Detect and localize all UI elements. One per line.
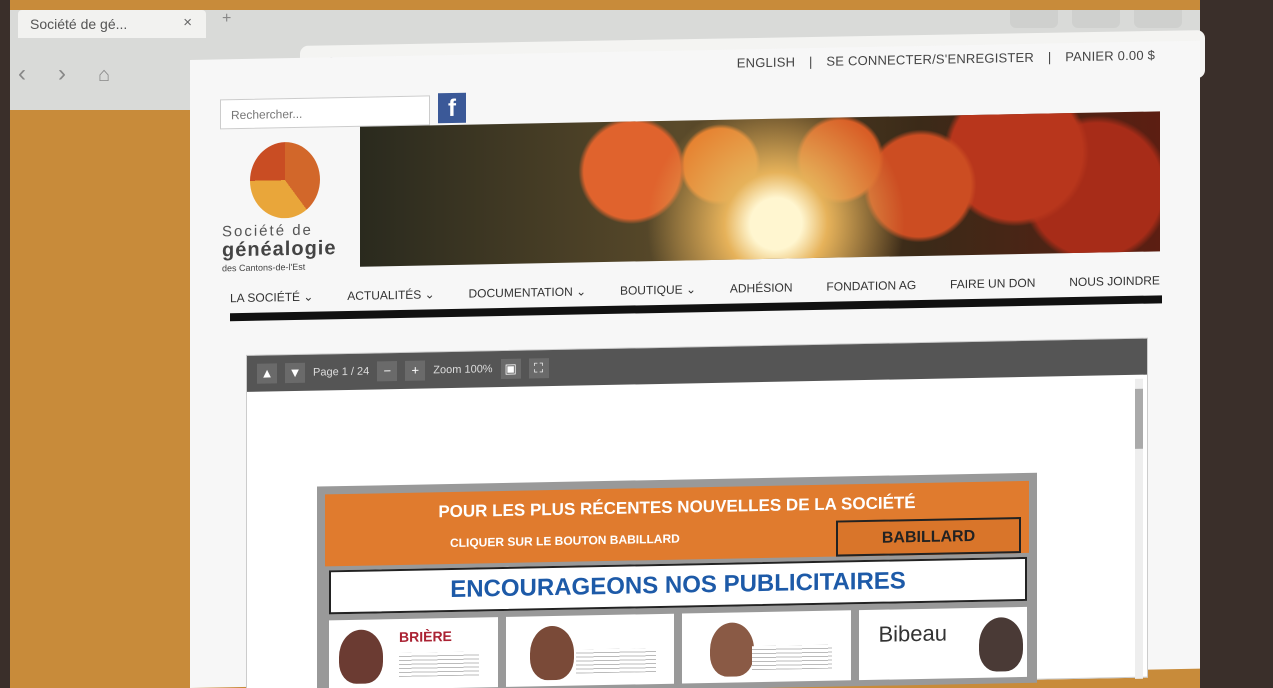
extension-icon[interactable] (1010, 10, 1058, 28)
menu-icon[interactable] (1134, 10, 1182, 28)
page-indicator: Page 1 / 24 (313, 365, 370, 379)
nav-documentation[interactable]: DOCUMENTATION ⌄ (469, 284, 587, 300)
nav-nous-joindre[interactable]: NOUS JOINDRE (1069, 273, 1160, 289)
scrollbar-thumb[interactable] (1135, 388, 1143, 449)
zoom-out-button[interactable]: − (377, 361, 398, 382)
advertiser-details (752, 644, 832, 671)
advertiser-card[interactable]: BRIÈRE (329, 617, 498, 688)
pdf-viewer: ▲ ▼ Page 1 / 24 − + Zoom 100% ▣ ⛶ POUR L… (246, 337, 1148, 688)
advertiser-card[interactable] (682, 610, 851, 684)
nav-actualites[interactable]: ACTUALITÉS ⌄ (347, 287, 434, 303)
logo-line-2: généalogie (222, 237, 337, 262)
profile-icon[interactable] (1072, 10, 1120, 28)
news-subline: CLIQUER SUR LE BOUTON BABILLARD (450, 531, 680, 551)
cart-link[interactable]: PANIER 0.00 $ (1065, 47, 1155, 64)
web-page: ENGLISH | SE CONNECTER/S'ENREGISTER | PA… (190, 40, 1200, 688)
advertiser-photo (978, 617, 1023, 672)
close-tab-icon[interactable]: × (183, 14, 192, 31)
advertiser-details (399, 651, 479, 677)
nav-faire-un-don[interactable]: FAIRE UN DON (950, 276, 1035, 292)
news-banner: POUR LES PLUS RÉCENTES NOUVELLES DE LA S… (325, 480, 1029, 567)
nav-la-societe[interactable]: LA SOCIÉTÉ ⌄ (230, 290, 313, 306)
nav-adhesion[interactable]: ADHÉSION (730, 280, 793, 295)
next-page-button[interactable]: ▼ (285, 362, 305, 384)
site-logo[interactable]: Société de généalogie des Cantons-de-l'E… (222, 141, 352, 273)
previous-page-button[interactable]: ▲ (257, 363, 277, 384)
advertiser-details (575, 648, 656, 674)
pdf-scrollbar[interactable] (1135, 378, 1143, 679)
advertiser-name: BRIÈRE (399, 627, 452, 645)
toolbar-icons (1010, 10, 1182, 28)
zoom-in-button[interactable]: + (405, 360, 426, 381)
back-button[interactable]: ‹ (18, 60, 26, 88)
forward-button[interactable]: › (58, 60, 66, 88)
login-link[interactable]: SE CONNECTER/S'ENREGISTER (826, 50, 1034, 69)
advertiser-photo (710, 622, 754, 678)
facebook-icon[interactable]: f (438, 92, 466, 124)
pdf-toolbar: ▲ ▼ Page 1 / 24 − + Zoom 100% ▣ ⛶ (247, 338, 1147, 392)
site-search-input[interactable]: Rechercher... (220, 95, 430, 130)
advertiser-name: Bibeau (878, 620, 948, 647)
separator: | (809, 54, 813, 70)
browser-tab[interactable]: Société de gé... × (18, 10, 206, 38)
download-icon[interactable]: ▣ (500, 358, 521, 380)
logo-line-3: des Cantons-de-l'Est (222, 261, 306, 274)
tab-title: Société de gé... (30, 16, 128, 32)
fullscreen-icon[interactable]: ⛶ (528, 358, 549, 379)
advertiser-card[interactable]: Bibeau (858, 606, 1027, 681)
logo-mark-icon (250, 141, 320, 219)
zoom-indicator: Zoom 100% (433, 363, 493, 377)
advertiser-photo (529, 625, 574, 681)
advertisers-heading: ENCOURAGEONS NOS PUBLICITAIRES (329, 556, 1027, 615)
english-link[interactable]: ENGLISH (737, 54, 795, 70)
separator: | (1047, 49, 1052, 65)
new-tab-button[interactable]: + (210, 10, 250, 30)
nav-fondation-ag[interactable]: FONDATION AG (826, 278, 916, 294)
nav-boutique[interactable]: BOUTIQUE ⌄ (620, 282, 696, 297)
autumn-leaves-banner (360, 111, 1160, 267)
top-navigation: ENGLISH | SE CONNECTER/S'ENREGISTER | PA… (732, 47, 1160, 70)
home-icon[interactable]: ⌂ (98, 64, 110, 87)
pdf-page: POUR LES PLUS RÉCENTES NOUVELLES DE LA S… (317, 472, 1037, 688)
advertiser-photo (339, 629, 383, 685)
babillard-button[interactable]: BABILLARD (836, 517, 1021, 557)
advertisers-row: BRIÈRE Bibeau (329, 606, 1027, 688)
advertiser-card[interactable] (505, 613, 674, 687)
